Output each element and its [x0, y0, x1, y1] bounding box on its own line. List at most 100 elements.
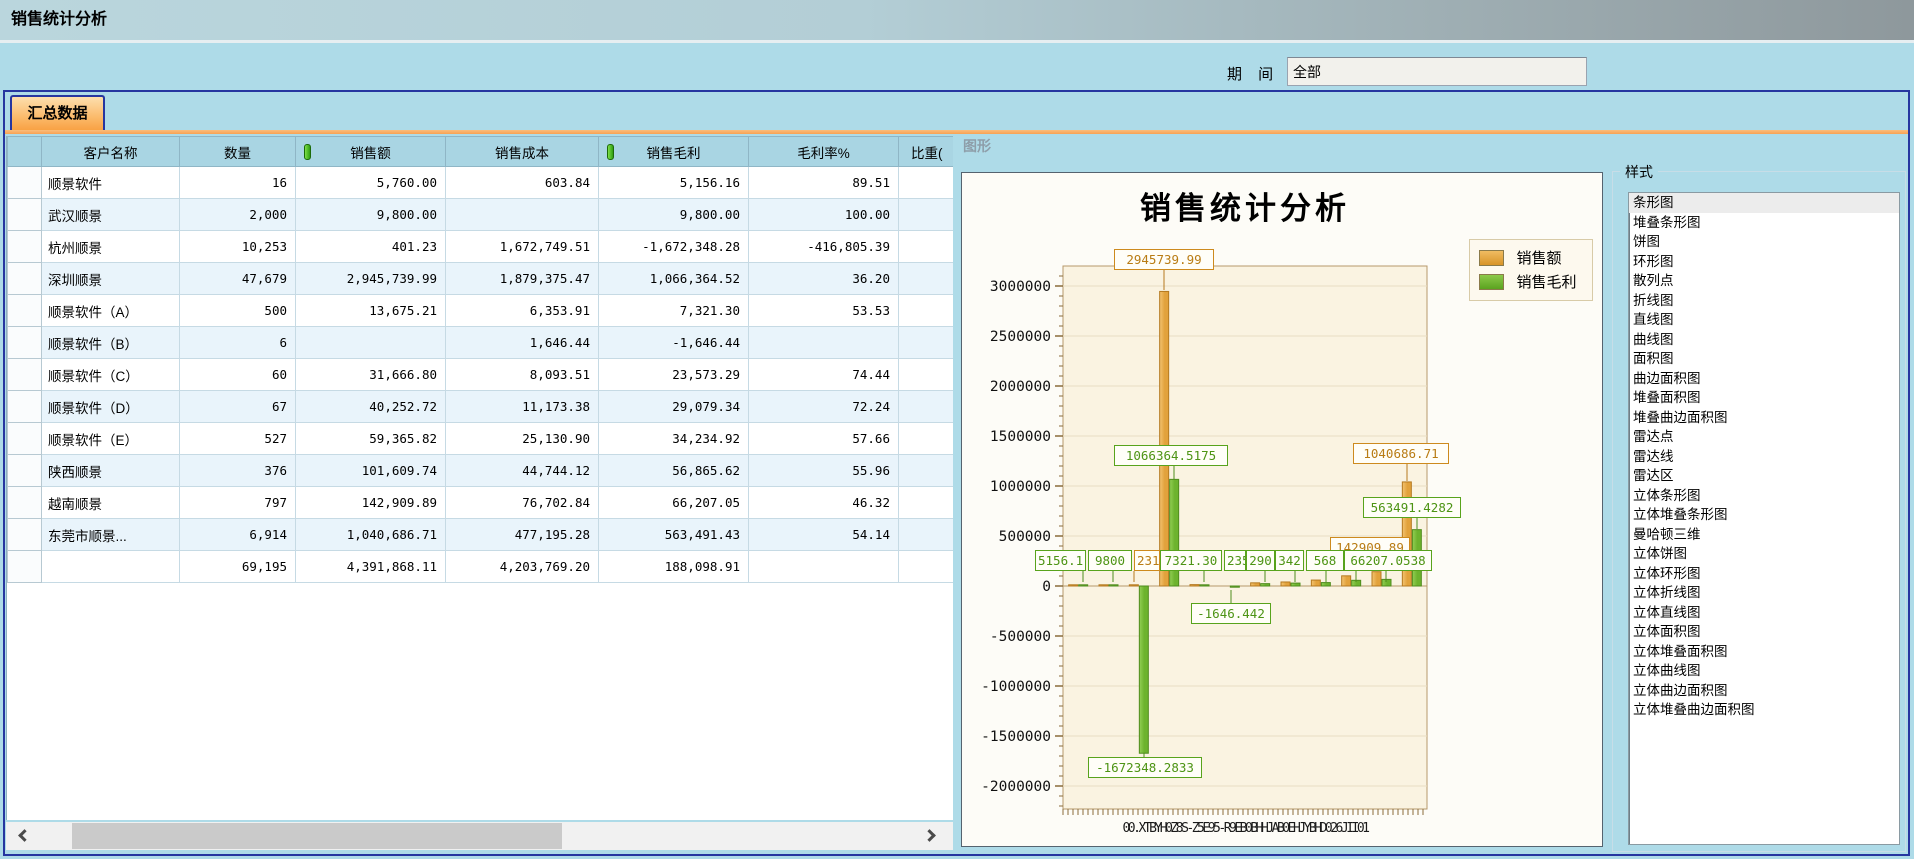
style-list-item[interactable]: 雷达点 [1629, 427, 1899, 447]
style-list-item[interactable]: 曲边面积图 [1629, 369, 1899, 389]
style-list-item[interactable]: 立体折线图 [1629, 583, 1899, 603]
value-cell: 29,079.34 [599, 391, 749, 423]
table-total-row[interactable]: 69,1954,391,868.114,203,769.20188,098.91 [8, 551, 954, 583]
column-header-label: 客户名称 [84, 146, 138, 161]
scroll-right-button[interactable] [917, 822, 953, 850]
column-header-5[interactable]: 毛利率% [749, 137, 899, 167]
chart-style-listbox[interactable]: 条形图堆叠条形图饼图环形图散列点折线图直线图曲线图面积图曲边面积图堆叠面积图堆叠… [1628, 192, 1900, 845]
style-list-item[interactable]: 雷达线 [1629, 447, 1899, 467]
style-list-item[interactable]: 条形图 [1629, 193, 1899, 213]
column-header-2[interactable]: 销售额 [296, 137, 446, 167]
style-list-item[interactable]: 折线图 [1629, 291, 1899, 311]
row-selector[interactable] [8, 391, 42, 423]
value-cell: 76,702.84 [446, 487, 599, 519]
style-list-item[interactable]: 散列点 [1629, 271, 1899, 291]
style-list-item[interactable]: 立体曲边面积图 [1629, 681, 1899, 701]
chart-panel-caption: 图形 [963, 136, 991, 156]
column-header-4[interactable]: 销售毛利 [599, 137, 749, 167]
value-cell [899, 519, 954, 551]
row-selector[interactable] [8, 423, 42, 455]
style-list-item[interactable]: 立体曲线图 [1629, 661, 1899, 681]
style-list-item[interactable]: 曼哈顿三维 [1629, 525, 1899, 545]
value-cell: -1,672,348.28 [599, 231, 749, 263]
value-cell: 89.51 [749, 167, 899, 199]
style-list-item[interactable]: 立体饼图 [1629, 544, 1899, 564]
table-row[interactable]: 顺景软件（E）52759,365.8225,130.9034,234.9257.… [8, 423, 954, 455]
value-cell: 9,800.00 [599, 199, 749, 231]
table-row[interactable]: 陕西顺景376101,609.7444,744.1256,865.6255.96 [8, 455, 954, 487]
scroll-left-button[interactable] [6, 822, 42, 850]
column-header-3[interactable]: 销售成本 [446, 137, 599, 167]
table-row[interactable]: 顺景软件（D）6740,252.7211,173.3829,079.3472.2… [8, 391, 954, 423]
table-row[interactable]: 越南顺景797142,909.8976,702.8466,207.0546.32 [8, 487, 954, 519]
table-row[interactable]: 杭州顺景10,253401.231,672,749.51-1,672,348.2… [8, 231, 954, 263]
table-row[interactable]: 深圳顺景47,6792,945,739.991,879,375.471,066,… [8, 263, 954, 295]
value-cell [899, 231, 954, 263]
style-list-item[interactable]: 雷达区 [1629, 466, 1899, 486]
value-cell: 142,909.89 [296, 487, 446, 519]
row-selector[interactable] [8, 487, 42, 519]
scrollbar-thumb[interactable] [72, 823, 562, 849]
style-list-item[interactable]: 立体堆叠条形图 [1629, 505, 1899, 525]
chart-legend: 销售额 销售毛利 [1469, 239, 1593, 301]
style-list-item[interactable]: 立体堆叠曲边面积图 [1629, 700, 1899, 720]
column-header-6[interactable]: 比重( [899, 137, 954, 167]
style-list-item[interactable]: 立体面积图 [1629, 622, 1899, 642]
row-selector[interactable] [8, 231, 42, 263]
style-list-item[interactable]: 立体直线图 [1629, 603, 1899, 623]
bar-profit [1291, 583, 1300, 586]
table-row[interactable]: 顺景软件（B）61,646.44-1,646.44 [8, 327, 954, 359]
tab-summary-data[interactable]: 汇总数据 [10, 95, 105, 132]
style-list-item[interactable]: 堆叠曲边面积图 [1629, 408, 1899, 428]
value-cell: 23,573.29 [599, 359, 749, 391]
style-list-item[interactable]: 环形图 [1629, 252, 1899, 272]
row-selector[interactable] [8, 455, 42, 487]
table-row[interactable]: 武汉顺景2,0009,800.009,800.00100.00 [8, 199, 954, 231]
value-cell: 376 [180, 455, 296, 487]
style-list-item[interactable]: 堆叠条形图 [1629, 213, 1899, 233]
style-list-item[interactable]: 面积图 [1629, 349, 1899, 369]
bar-sales [1099, 585, 1108, 586]
value-cell [899, 487, 954, 519]
summary-table: 客户名称 数量销售额销售成本销售毛利毛利率%比重(顺景软件165,760.0060… [7, 136, 953, 583]
chevron-right-icon [923, 829, 936, 842]
chart-data-label: 9800 [1088, 550, 1132, 571]
row-selector[interactable] [8, 295, 42, 327]
customer-name-cell [42, 551, 180, 583]
value-cell: 31,666.80 [296, 359, 446, 391]
row-selector[interactable] [8, 551, 42, 583]
style-list-item[interactable]: 立体条形图 [1629, 486, 1899, 506]
style-list-item[interactable]: 直线图 [1629, 310, 1899, 330]
row-selector[interactable] [8, 327, 42, 359]
value-cell: 8,093.51 [446, 359, 599, 391]
customer-name-cell: 顺景软件（A） [42, 295, 180, 327]
column-header-1[interactable]: 数量 [180, 137, 296, 167]
summary-table-body: 客户名称 数量销售额销售成本销售毛利毛利率%比重(顺景软件165,760.0060… [8, 137, 954, 583]
horizontal-scrollbar[interactable] [6, 822, 953, 850]
value-cell: 2,000 [180, 199, 296, 231]
customer-name-cell: 顺景软件（E） [42, 423, 180, 455]
period-input[interactable] [1287, 57, 1587, 86]
style-list-item[interactable]: 堆叠面积图 [1629, 388, 1899, 408]
row-selector[interactable] [8, 359, 42, 391]
tab-underline [5, 130, 1908, 134]
style-list-item[interactable]: 立体环形图 [1629, 564, 1899, 584]
table-row[interactable]: 顺景软件（A）50013,675.216,353.917,321.3053.53 [8, 295, 954, 327]
chart-data-label: 66207.0538 [1344, 550, 1432, 571]
style-list-item[interactable]: 曲线图 [1629, 330, 1899, 350]
table-row[interactable]: 顺景软件165,760.00603.845,156.1689.51 [8, 167, 954, 199]
value-cell: 563,491.43 [599, 519, 749, 551]
value-cell [899, 423, 954, 455]
table-row[interactable]: 顺景软件（C）6031,666.808,093.5123,573.2974.44 [8, 359, 954, 391]
row-selector[interactable] [8, 519, 42, 551]
table-row[interactable]: 东莞市顺景...6,9141,040,686.71477,195.28563,4… [8, 519, 954, 551]
row-selector[interactable] [8, 167, 42, 199]
style-list-item[interactable]: 饼图 [1629, 232, 1899, 252]
row-selector[interactable] [8, 263, 42, 295]
value-cell: 1,646.44 [446, 327, 599, 359]
value-cell: 5,156.16 [599, 167, 749, 199]
column-header-0[interactable]: 客户名称 [42, 137, 180, 167]
row-selector[interactable] [8, 199, 42, 231]
bar-profit [1230, 586, 1239, 587]
style-list-item[interactable]: 立体堆叠面积图 [1629, 642, 1899, 662]
